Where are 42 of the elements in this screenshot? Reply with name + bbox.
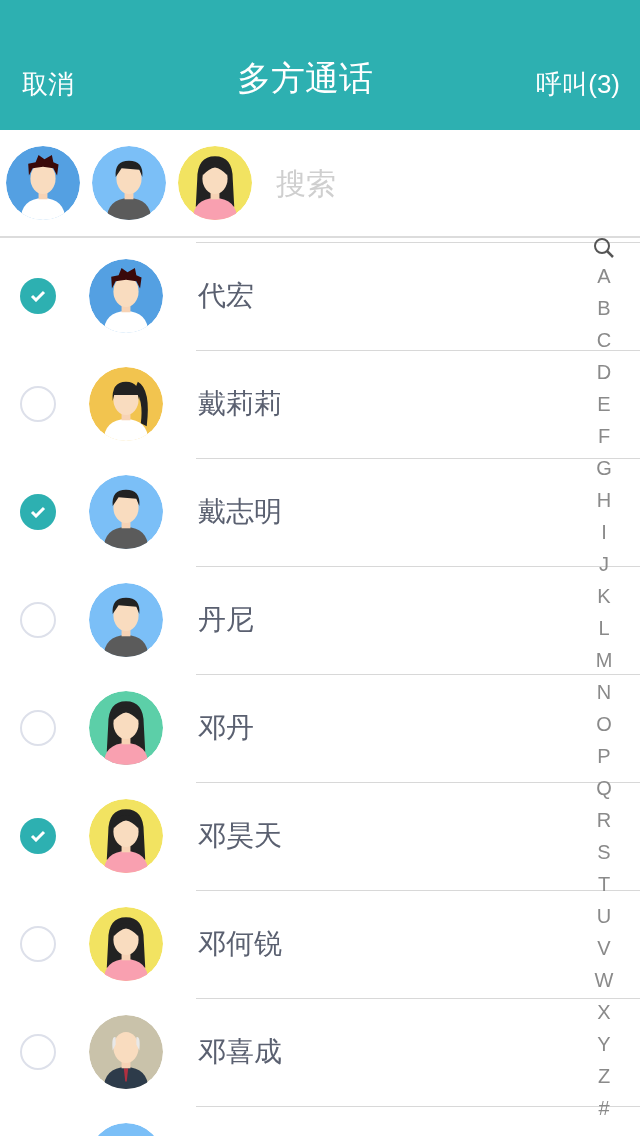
check-icon [30, 506, 46, 518]
index-letter[interactable]: Y [597, 1028, 611, 1060]
index-letter[interactable]: # [598, 1092, 610, 1124]
call-button[interactable]: 呼叫(3) [536, 65, 620, 104]
contact-name: 邓喜成 [198, 1035, 282, 1069]
page-title: 多方通话 [237, 58, 374, 99]
index-letter[interactable]: A [597, 260, 611, 292]
index-letter[interactable]: P [597, 740, 611, 772]
contact-name: 戴志明 [198, 495, 282, 529]
cancel-button[interactable]: 取消 [22, 65, 74, 104]
check-icon [30, 830, 46, 842]
index-letter[interactable]: I [601, 516, 607, 548]
contact-name: 邓何锐 [198, 927, 282, 961]
check-icon [30, 290, 46, 302]
index-letter[interactable]: V [597, 932, 611, 964]
search-icon[interactable] [592, 236, 616, 260]
index-letter[interactable]: Z [597, 1060, 611, 1092]
contact-name: 代宏 [198, 279, 254, 313]
index-letter[interactable]: E [597, 388, 611, 420]
index-letter[interactable]: L [598, 612, 610, 644]
index-letter[interactable]: J [599, 548, 609, 580]
index-letter[interactable]: S [597, 836, 611, 868]
index-letter[interactable]: H [596, 484, 612, 516]
index-letter[interactable]: U [596, 900, 612, 932]
contact-name: 邓丹 [198, 711, 254, 745]
index-letter[interactable]: C [596, 324, 612, 356]
contact-name: 邓昊天 [198, 819, 282, 853]
index-letter[interactable]: K [597, 580, 611, 612]
index-letter[interactable]: B [597, 292, 611, 324]
index-letter[interactable]: O [596, 708, 612, 740]
index-letter[interactable]: F [597, 420, 611, 452]
index-letter[interactable]: N [596, 676, 612, 708]
contact-name: 丹尼 [198, 603, 254, 637]
index-letter[interactable]: D [596, 356, 612, 388]
index-letter[interactable]: G [596, 452, 612, 484]
index-letter[interactable]: W [594, 964, 614, 996]
index-letter[interactable]: Q [596, 772, 612, 804]
index-letter[interactable]: X [597, 996, 611, 1028]
index-letter[interactable]: T [597, 868, 611, 900]
index-letter[interactable]: R [596, 804, 612, 836]
index-letter[interactable]: M [595, 644, 613, 676]
contact-name: 戴莉莉 [198, 387, 282, 421]
